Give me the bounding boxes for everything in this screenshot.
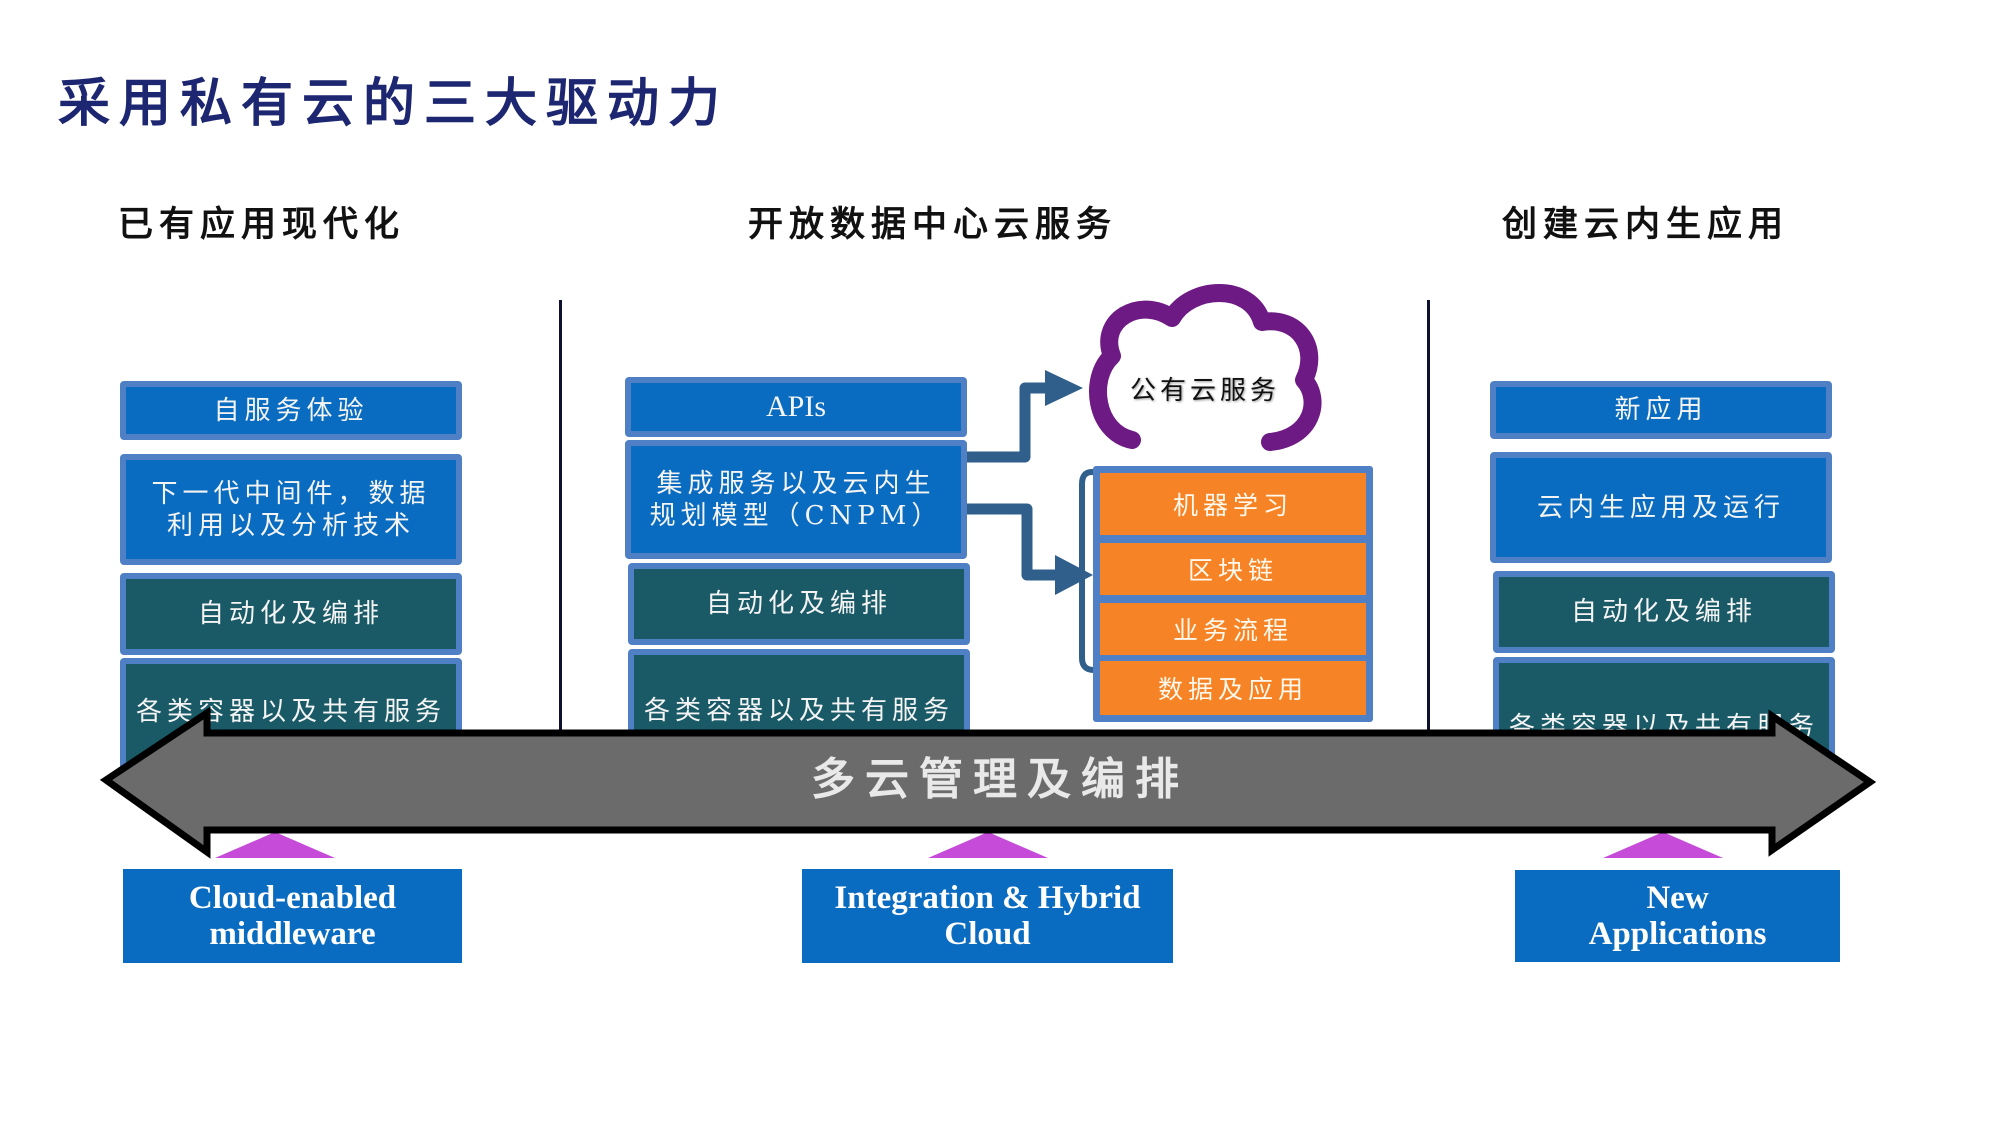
- driver-label-new-applications: New Applications: [1515, 870, 1840, 962]
- driver-label-integration-hybrid-cloud: Integration & Hybrid Cloud: [802, 869, 1173, 963]
- multicloud-banner-label: 多云管理及编排: [811, 754, 1189, 805]
- driver-label-cloud-enabled-middleware: Cloud-enabled middleware: [123, 869, 462, 963]
